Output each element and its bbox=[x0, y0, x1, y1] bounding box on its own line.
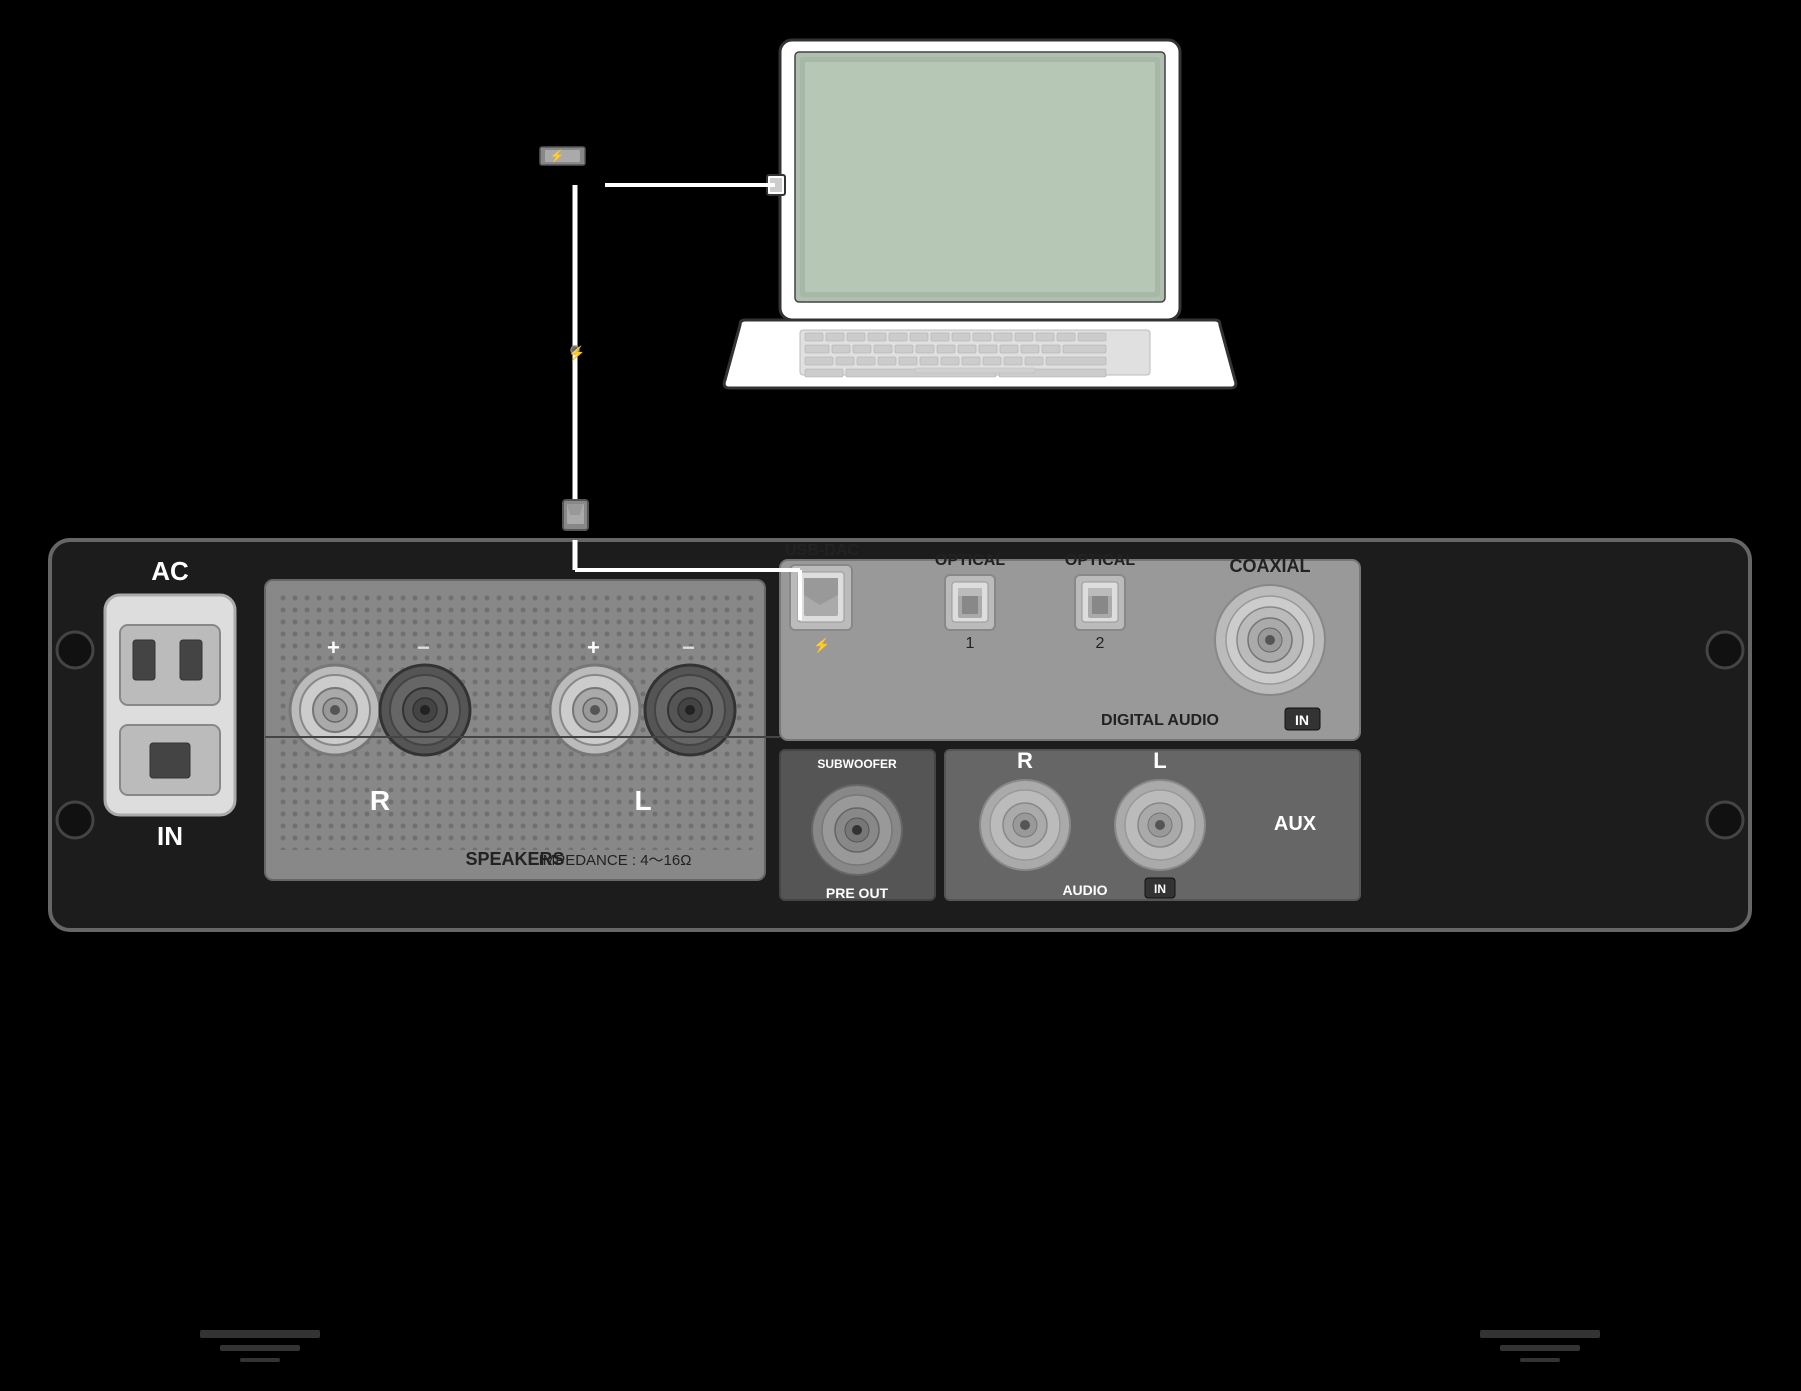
audio-connectors-section: SUBWOOFER PRE OUT bbox=[780, 748, 1360, 901]
usb-dac-label: USB-DAC bbox=[785, 542, 859, 559]
pre-out-label: PRE OUT bbox=[826, 885, 889, 901]
digital-audio-in-badge: IN bbox=[1295, 712, 1309, 728]
optical1-label1: OPTICAL bbox=[935, 552, 1005, 569]
usb-symbol-port: ⚡ bbox=[813, 637, 830, 654]
speakers-section: SPEAKERS IMPEDANCE : 4～16Ω + bbox=[265, 580, 765, 880]
usb-type-a-connector: ⚡ bbox=[540, 147, 585, 165]
audio-l-label: L bbox=[1153, 748, 1166, 773]
ac-in-label-top: AC bbox=[151, 556, 189, 586]
mount-hole-right-bottom bbox=[1707, 802, 1743, 838]
ac-in-section: AC IN bbox=[105, 556, 235, 851]
digital-audio-section: DIGITAL AUDIO IN ⚡ USB-DAC bbox=[780, 542, 1360, 740]
mount-hole-left-bottom bbox=[57, 802, 93, 838]
mount-hole-right-top bbox=[1707, 632, 1743, 668]
speaker-l-label: L bbox=[634, 785, 651, 816]
speaker-minus2: − bbox=[682, 635, 695, 660]
subwoofer-label: SUBWOOFER bbox=[817, 757, 897, 771]
coaxial-label: COAXIAL bbox=[1230, 556, 1311, 576]
speaker-minus1: − bbox=[417, 635, 430, 660]
audio-in-section: R L AUX AUDIO IN bbox=[945, 748, 1360, 900]
optical2-label2: 2 bbox=[1096, 635, 1105, 652]
optical1-label2: 1 bbox=[966, 635, 975, 652]
main-diagram: ⚡ ⚡ bbox=[0, 0, 1801, 1386]
ac-in-label-bottom: IN bbox=[157, 821, 183, 851]
usb-symbol-connector: ⚡ bbox=[550, 149, 565, 163]
optical2-label1: OPTICAL bbox=[1065, 552, 1135, 569]
amplifier-panel: AC IN SPEAKERS IMPEDANCE : 4～16Ω bbox=[50, 540, 1750, 930]
usb-symbol-cable: ⚡ bbox=[568, 345, 585, 362]
pre-out-section: SUBWOOFER PRE OUT bbox=[780, 750, 935, 901]
usb-type-b-connector-bottom bbox=[563, 500, 588, 530]
speaker-r-label: R bbox=[370, 785, 390, 816]
mount-hole-left-top bbox=[57, 632, 93, 668]
laptop-illustration bbox=[724, 40, 1236, 388]
audio-in-badge: IN bbox=[1154, 882, 1166, 896]
impedance-label: IMPEDANCE : 4～16Ω bbox=[539, 852, 692, 869]
aux-label: AUX bbox=[1274, 813, 1317, 835]
speaker-plus2: + bbox=[587, 635, 600, 660]
digital-audio-label: DIGITAL AUDIO bbox=[1101, 712, 1219, 729]
audio-r-label: R bbox=[1017, 748, 1033, 773]
audio-label: AUDIO bbox=[1062, 882, 1107, 898]
speaker-plus1: + bbox=[327, 635, 340, 660]
